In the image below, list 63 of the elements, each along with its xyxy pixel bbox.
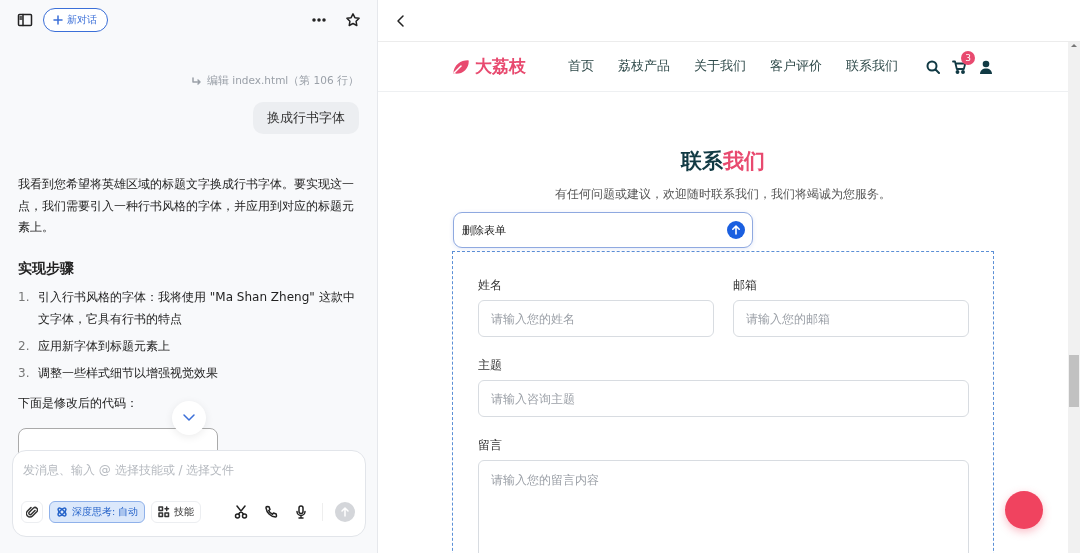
step-number: 2. — [18, 337, 30, 355]
step-number: 1. — [18, 288, 30, 306]
message-input[interactable]: 发消息、输入 @ 选择技能或 / 选择文件 — [23, 459, 353, 481]
nav-link[interactable]: 荔枝产品 — [618, 58, 670, 75]
search-button[interactable] — [926, 59, 940, 74]
chevron-left-icon — [395, 13, 407, 28]
edit-prompt-field[interactable]: 删除表单 — [453, 212, 753, 248]
field-label: 留言 — [478, 437, 503, 453]
user-message: 换成行书字体 — [253, 102, 359, 134]
favorite-button[interactable] — [345, 12, 361, 28]
arrow-up-icon — [731, 225, 741, 235]
text-field[interactable]: 请输入您的姓名 — [478, 300, 714, 337]
user-icon — [979, 59, 993, 74]
cart-button[interactable] — [952, 59, 967, 74]
grid-icon — [158, 506, 171, 518]
sidebar-icon — [17, 12, 33, 28]
attach-button[interactable] — [21, 501, 43, 523]
reply-paragraph: 我看到您希望将英雄区域的标题文字换成行书字体。要实现这一点，我们需要引入一种行书风格的字体，并应用到对应的标题元素上。 — [18, 176, 355, 236]
phone-icon — [264, 505, 278, 519]
scrollbar-thumb[interactable] — [1069, 355, 1079, 407]
return-arrow-icon — [190, 76, 202, 86]
search-icon — [926, 59, 940, 74]
skills-button[interactable]: 技能 — [151, 501, 202, 523]
step-text: 调整一些样式细节以增强视觉效果 — [38, 364, 218, 382]
field-label: 邮箱 — [733, 277, 758, 293]
floating-button[interactable] — [1005, 491, 1043, 529]
brand-name[interactable]: 大荔枝 — [475, 55, 526, 78]
cart-count-badge: 3 — [961, 50, 975, 65]
microphone-icon — [294, 505, 308, 519]
section-title: 联系我们 — [681, 148, 765, 174]
microphone-button[interactable] — [294, 505, 308, 519]
nav-link[interactable]: 关于我们 — [694, 58, 746, 75]
step-text: 应用新字体到标题元素上 — [38, 337, 170, 355]
new-chat-button[interactable]: 新对话 — [43, 8, 108, 32]
atom-icon — [56, 506, 68, 518]
back-button[interactable] — [395, 13, 407, 28]
field-label: 姓名 — [478, 277, 503, 293]
scroll-up-arrow-icon — [1070, 42, 1078, 48]
scissors-button[interactable] — [234, 505, 248, 519]
sidebar-toggle-button[interactable] — [17, 12, 33, 28]
nav-link[interactable]: 客户评价 — [770, 58, 822, 75]
section-subtitle: 有任何问题或建议，欢迎随时联系我们，我们将竭诚为您服务。 — [555, 186, 891, 202]
paperclip-icon — [26, 506, 38, 518]
edit-note: 编辑 index.html（第 106 行） — [206, 74, 359, 88]
phone-button[interactable] — [264, 505, 278, 519]
text-field[interactable]: 请输入咨询主题 — [478, 380, 969, 417]
text-field[interactable]: 请输入您的邮箱 — [733, 300, 969, 337]
reply-heading: 实现步骤 — [18, 258, 75, 278]
account-button[interactable] — [979, 59, 993, 74]
plus-icon — [53, 15, 63, 25]
nav-link[interactable]: 联系我们 — [846, 58, 898, 75]
leaf-icon — [452, 58, 470, 75]
step-number: 3. — [18, 364, 30, 382]
field-label: 主题 — [478, 357, 503, 373]
code-intro: 下面是修改后的代码： — [18, 394, 139, 412]
scissors-icon — [234, 505, 248, 519]
arrow-up-icon — [340, 507, 350, 517]
message-field[interactable]: 请输入您的留言内容 — [478, 460, 969, 553]
step-text: 引入行书风格的字体：我将使用 "Ma Shan Zheng" 这款中文字体，它具有行书的特点 — [38, 288, 356, 328]
cart-icon — [952, 59, 967, 74]
deep-think-toggle[interactable]: 深度思考: 自动 — [49, 501, 146, 523]
nav-link[interactable]: 首页 — [568, 58, 594, 75]
star-icon — [345, 12, 361, 28]
